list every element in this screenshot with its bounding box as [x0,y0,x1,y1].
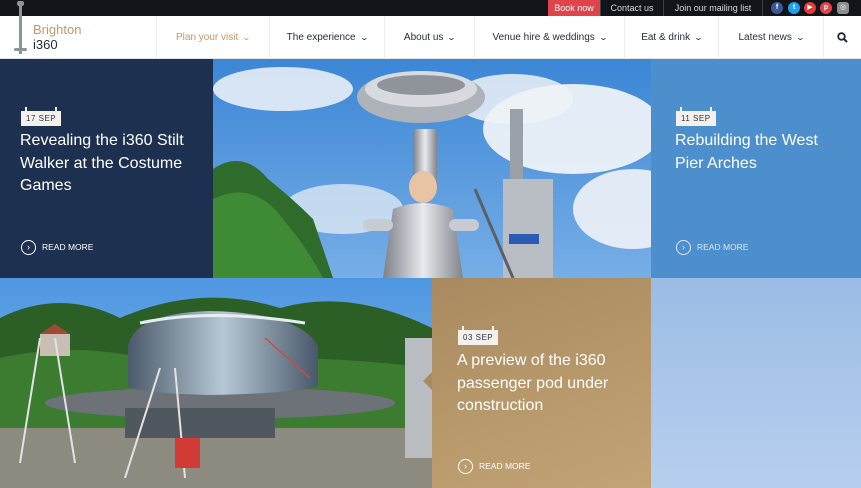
stilt-walker-illustration [213,59,651,278]
news-headline[interactable]: Rebuilding the West Pier Arches [675,130,850,175]
youtube-icon[interactable]: ▶ [804,2,816,14]
twitter-icon[interactable]: t [788,2,800,14]
brand-logo[interactable]: Brighton i360 [10,1,155,59]
nav-the-experience[interactable]: The experience ⌄ [269,16,384,59]
tower-pod-icon [14,48,27,51]
logo-line-1: Brighton [33,22,82,37]
chevron-down-icon: ⌄ [693,33,704,42]
search-icon [837,32,848,43]
facebook-icon[interactable]: f [771,2,783,14]
news-card-stilt-walker[interactable]: 17 SEP Revealing the i360 Stilt Walker a… [0,59,213,278]
book-now-button[interactable]: Book now [548,0,600,16]
news-date-badge: 17 SEP [21,107,62,126]
logo-line-2: i360 [33,37,58,52]
pinterest-icon[interactable]: p [820,2,832,14]
news-headline[interactable]: Revealing the i360 Stilt Walker at the C… [20,130,200,198]
nav-venue-hire[interactable]: Venue hire & weddings ⌄ [474,16,624,59]
news-headline[interactable]: A preview of the i360 passenger pod unde… [457,350,637,418]
news-card-passenger-pod[interactable]: 03 SEP A preview of the i360 passenger p… [432,278,651,488]
contact-us-link[interactable]: Contact us [600,0,663,16]
read-more-link[interactable]: › READ MORE [676,239,748,256]
instagram-icon[interactable]: ◎ [837,2,849,14]
chevron-down-icon: ⌄ [795,33,805,42]
tile-pointer [423,372,432,390]
news-date-badge: 11 SEP [676,107,716,126]
main-nav: Brighton i360 Plan your visit ⌄ The exper… [0,1,861,59]
chevron-down-icon: ⌄ [359,33,369,42]
stilt-walker-photo[interactable] [213,59,651,278]
search-button[interactable] [823,16,861,59]
chevron-down-icon: ⌄ [598,33,608,42]
nav-plan-your-visit[interactable]: Plan your visit ⌄ [156,16,269,59]
read-more-link[interactable]: › READ MORE [458,458,530,475]
news-card-west-pier[interactable]: 11 SEP Rebuilding the West Pier Arches ›… [651,59,861,278]
chevron-down-icon: ⌄ [241,33,252,42]
arrow-right-icon: › [676,240,691,256]
nav-latest-news[interactable]: Latest news ⌄ [718,16,823,59]
tower-icon [19,2,22,54]
mailing-list-link[interactable]: Join our mailing list [663,0,763,16]
news-date-badge: 03 SEP [458,326,499,345]
arrow-right-icon: › [458,459,473,475]
nav-about-us[interactable]: About us ⌄ [384,16,474,59]
utility-bar: Book now Contact us Join our mailing lis… [0,0,861,16]
nav-eat-drink[interactable]: Eat & drink ⌄ [624,16,718,59]
sky-photo[interactable] [651,278,861,488]
arrow-right-icon: › [21,240,36,256]
pod-construction-photo[interactable] [0,278,432,488]
pod-construction-illustration [0,278,432,488]
read-more-link[interactable]: › READ MORE [21,239,93,256]
chevron-down-icon: ⌄ [447,33,457,42]
